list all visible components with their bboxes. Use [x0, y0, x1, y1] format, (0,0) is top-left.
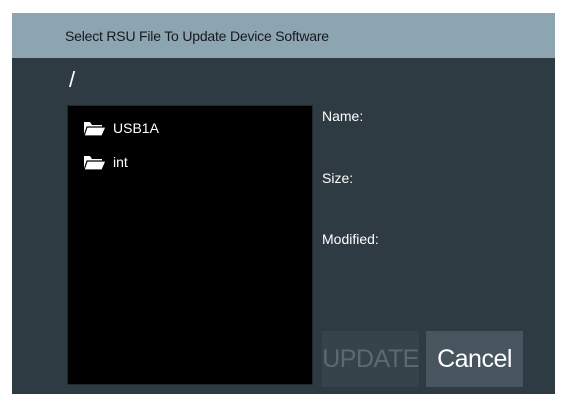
update-software-dialog: Select RSU File To Update Device Softwar… [12, 13, 555, 394]
modified-label: Modified: [322, 231, 379, 247]
dialog-title-bar: Select RSU File To Update Device Softwar… [12, 13, 555, 58]
file-list[interactable]: USB1A int [67, 105, 313, 385]
list-item-label: int [113, 154, 128, 170]
current-path: / [69, 67, 76, 92]
size-label: Size: [322, 170, 354, 186]
folder-open-icon [83, 119, 107, 137]
update-button[interactable]: UPDATE [322, 331, 419, 387]
list-item-usb1a[interactable]: USB1A [83, 116, 159, 140]
list-item-int[interactable]: int [83, 150, 128, 174]
dialog-title: Select RSU File To Update Device Softwar… [65, 28, 329, 44]
name-label: Name: [322, 108, 364, 124]
folder-open-icon [83, 153, 107, 171]
list-item-label: USB1A [113, 120, 159, 136]
cancel-button[interactable]: Cancel [426, 331, 523, 387]
